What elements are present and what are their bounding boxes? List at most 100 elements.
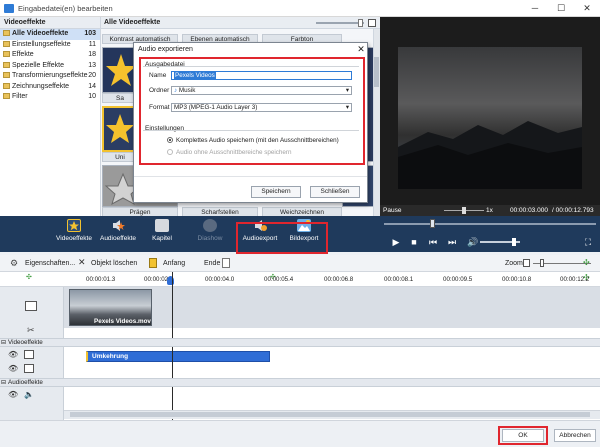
category-item-drawing[interactable]: Zeichnungseffekte 14 — [0, 82, 100, 93]
zoom-in-icon[interactable]: ✣ — [583, 258, 590, 267]
minimize-button[interactable]: ─ — [522, 0, 548, 17]
video-clip[interactable]: Pexels Videos.mov — [69, 289, 152, 326]
folder-icon — [3, 40, 10, 47]
video-effects-tool[interactable]: Videoeffekte — [52, 219, 96, 249]
end-marker-icon[interactable] — [222, 258, 230, 268]
eye-icon[interactable]: 👁 — [8, 390, 18, 399]
gallery-scrollbar-thumb[interactable] — [374, 57, 379, 87]
position-slider[interactable] — [384, 223, 596, 225]
play-icon[interactable]: ▶ — [389, 236, 403, 248]
audio-effects-tool[interactable]: Audioeffekte — [96, 219, 140, 249]
ruler-tick: 00:00:06.8 — [324, 276, 354, 283]
thumbnail-size-knob[interactable] — [358, 19, 363, 27]
speed-slider-knob[interactable] — [462, 207, 466, 214]
folder-icon — [3, 72, 10, 78]
mountain-preview-image — [398, 121, 582, 189]
maximize-button[interactable]: ☐ — [548, 0, 574, 17]
ruler-tick: 00:00:10.8 — [502, 276, 532, 283]
close-dialog-button[interactable]: Schließen — [310, 186, 360, 198]
thumbnail-size-slider[interactable] — [316, 22, 364, 24]
no-cut-audio-option-label: Audio ohne Ausschnittbereiche speichern — [176, 149, 292, 156]
fullscreen-icon[interactable]: ⛶ — [581, 236, 595, 248]
group-divider — [143, 130, 359, 131]
full-audio-option-label: Komplettes Audio speichern (mit den Auss… — [176, 137, 339, 144]
ruler-tick: 00:00:04.0 — [205, 276, 235, 283]
effect-category-panel: Videoeffekte Alle Videoeffekte 103 Einste… — [0, 17, 101, 216]
folder-label: Ordner — [149, 87, 170, 94]
eye-icon[interactable]: 👁 — [8, 364, 18, 373]
eye-icon[interactable]: 👁 — [8, 350, 18, 359]
slideshow-tool[interactable]: Diashow — [188, 219, 232, 249]
category-item-transform[interactable]: Transformierungseffekte 20 — [0, 71, 100, 82]
category-item-settings[interactable]: Einstellungseffekte 11 — [0, 40, 100, 51]
ok-button[interactable]: OK — [502, 429, 544, 442]
category-item-effects[interactable]: Effekte 18 — [0, 50, 100, 61]
scissors-icon[interactable]: ✂ — [27, 325, 35, 336]
category-item-filter[interactable]: Filter 10 — [0, 92, 100, 103]
music-note-icon: ♪ — [174, 87, 178, 94]
folder-icon — [3, 82, 10, 89]
full-audio-radio[interactable] — [167, 137, 173, 143]
cancel-button[interactable]: Abbrechen — [554, 429, 596, 442]
audio-export-dialog: Audio exportieren ✕ Ausgabedatei Name Pe… — [133, 42, 368, 203]
close-window-button[interactable]: ✕ — [574, 0, 600, 17]
end-button[interactable]: Ende — [204, 260, 220, 267]
video-track-toggle-icon[interactable] — [24, 364, 34, 373]
export-highlight — [236, 222, 328, 254]
category-item-all[interactable]: Alle Videoeffekte 103 — [0, 29, 100, 40]
collapse-icon[interactable]: ⊟ — [1, 379, 6, 386]
dialog-close-icon[interactable]: ✕ — [354, 43, 368, 55]
video-preview — [380, 17, 600, 205]
audio-effects-section: Audioeffekte — [0, 378, 600, 387]
start-marker-icon[interactable] — [149, 258, 157, 268]
stop-icon[interactable]: ■ — [407, 236, 421, 248]
start-button[interactable]: Anfang — [163, 260, 185, 267]
delete-icon[interactable]: ✕ — [78, 257, 86, 268]
delete-object-button[interactable]: Objekt löschen — [91, 260, 137, 267]
folder-icon — [3, 61, 10, 68]
timeline-ruler[interactable]: ✣ ✣ ✣ ✣ 00:00:01.3 00:00:02. 00:00:04.0 … — [0, 258, 600, 287]
folder-icon — [3, 93, 10, 99]
star-icon — [67, 219, 81, 232]
speaker-icon[interactable]: 🔈 — [24, 390, 34, 399]
folder-select[interactable]: ♪ Musik ▾ — [171, 86, 352, 95]
volume-slider-knob[interactable] — [512, 238, 516, 246]
timeline-toolbar: ⚙ Eigenschaften... ✕ Objekt löschen Anfa… — [0, 255, 600, 272]
app-icon — [4, 4, 14, 13]
zoom-fit-icon[interactable] — [523, 259, 530, 267]
ruler-tick: 00:00:01.3 — [86, 276, 116, 283]
category-item-special[interactable]: Spezielle Effekte 13 — [0, 61, 100, 72]
window-titlebar: Eingabedatei(en) bearbeiten ─ ☐ ✕ — [0, 0, 600, 17]
total-time: / 00:00:12.793 — [552, 207, 594, 214]
format-select[interactable]: MP3 (MPEG-1 Audio Layer 3) ▾ — [171, 103, 352, 112]
save-button[interactable]: Speichern — [251, 186, 301, 198]
chevron-down-icon: ▾ — [345, 87, 349, 94]
folder-icon — [3, 30, 10, 36]
collapse-icon[interactable]: ⊟ — [1, 339, 6, 346]
window-title: Eingabedatei(en) bearbeiten — [18, 4, 113, 13]
name-input[interactable]: Pexels Videos — [171, 71, 352, 80]
timeline-h-scrollbar-thumb[interactable] — [70, 412, 590, 417]
zoom-label: Zoom: — [505, 260, 525, 267]
next-frame-icon[interactable]: ⏭ — [445, 236, 459, 248]
volume-icon[interactable]: 🔊 — [466, 236, 480, 248]
video-track-toggle-icon[interactable] — [24, 350, 34, 359]
preview-frame — [398, 47, 582, 189]
effect-clip-label: Umkehrung — [92, 353, 129, 360]
thumbnail-size-icon[interactable] — [368, 19, 376, 27]
ruler-tick: 00:00:08.1 — [384, 276, 414, 283]
previous-frame-icon[interactable]: ⏮ — [426, 236, 440, 248]
properties-button[interactable]: Eigenschaften... — [25, 260, 75, 267]
name-label: Name — [149, 72, 167, 79]
ruler-start-icon[interactable]: ✣ — [26, 273, 32, 281]
position-slider-knob[interactable] — [430, 219, 435, 228]
zoom-slider-knob[interactable] — [540, 259, 544, 267]
star-icon — [104, 108, 136, 150]
chapter-tool[interactable]: Kapitel — [140, 219, 184, 249]
speed-label: 1x — [486, 207, 493, 214]
effect-clip[interactable]: Umkehrung — [86, 351, 270, 362]
current-time: 00:00:03.000 — [510, 207, 548, 214]
no-cut-audio-radio[interactable] — [167, 149, 173, 155]
gear-icon[interactable]: ⚙ — [10, 258, 18, 269]
format-label: Format — [149, 104, 170, 111]
